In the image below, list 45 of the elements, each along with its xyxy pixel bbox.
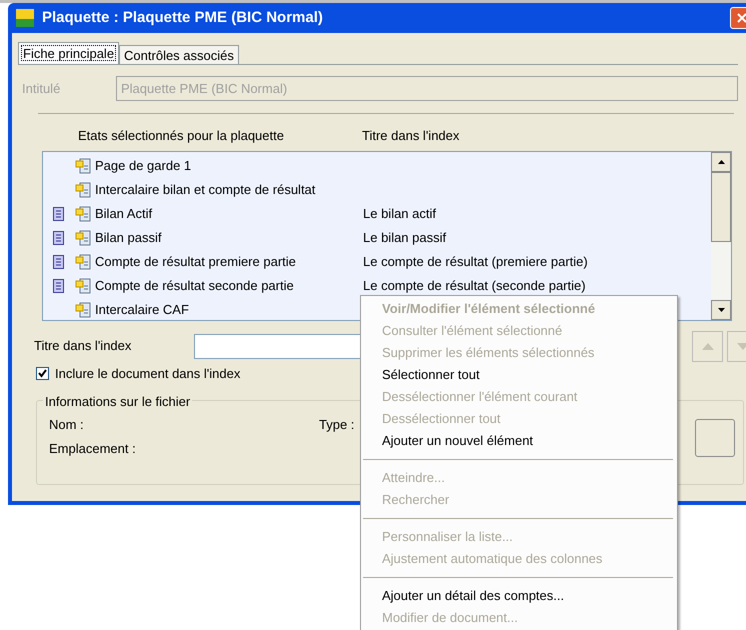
table-cell-text: Intercalaire bilan et compte de résultat (95, 180, 316, 199)
table-cell-text: Le bilan actif (363, 204, 436, 223)
document-icon (75, 278, 91, 294)
down-arrow-icon (718, 308, 724, 312)
location-label: Emplacement : (49, 440, 136, 458)
menu-item[interactable]: Ajouter un détail des comptes... (363, 585, 673, 607)
document-icon (75, 230, 91, 246)
document-icon (75, 158, 91, 174)
field-label: Intitulé (22, 80, 62, 98)
menu-item[interactable]: Sélectionner tout (363, 364, 673, 386)
window-title: Plaquette : Plaquette PME (BIC Normal) (42, 8, 323, 28)
scroll-down-button[interactable] (711, 300, 731, 320)
tab[interactable]: Contrôles associés (119, 45, 239, 64)
type-label: Type : (319, 416, 354, 434)
scroll-thumb[interactable] (711, 172, 731, 242)
up-arrow-icon (702, 342, 714, 350)
table-cell-text: Compte de résultat seconde partie (95, 276, 294, 295)
column-header: Etats sélectionnés pour la plaquette (77, 127, 285, 145)
document-icon (75, 254, 91, 270)
check-icon (38, 368, 47, 378)
document-icon (75, 206, 91, 222)
column-header: Titre dans l'index (362, 127, 460, 145)
field-label: Titre dans l'index (34, 337, 132, 356)
up-arrow-icon (718, 160, 724, 164)
checkbox[interactable] (36, 366, 49, 380)
table-cell-text: Le compte de résultat (seconde partie) (363, 276, 586, 295)
close-icon (737, 13, 746, 23)
down-arrow-icon (736, 342, 746, 350)
checkbox-label: Inclure le document dans l'index (55, 364, 240, 382)
scroll-up-button[interactable] (711, 152, 731, 172)
table-cell-text: Compte de résultat premiere partie (95, 252, 296, 271)
menu-item[interactable]: Ajouter un nouvel élément (363, 430, 673, 452)
table-cell-text: Le compte de résultat (premiere partie) (363, 252, 588, 271)
document-icon (75, 182, 91, 198)
table-cell-text: Page de garde 1 (95, 156, 192, 175)
nom-label: Nom : (49, 416, 85, 434)
table-cell-text: Bilan passif (95, 228, 162, 247)
table-cell-text: Le bilan passif (363, 228, 446, 247)
scrollbar[interactable] (711, 152, 731, 320)
app-icon (16, 9, 34, 27)
table-cell-text: Bilan Actif (95, 204, 152, 223)
table-cell-text: Intercalaire CAF (95, 300, 189, 319)
tab[interactable]: Fiche principale (18, 42, 120, 64)
document-icon (75, 302, 91, 318)
action-button[interactable] (695, 419, 735, 457)
